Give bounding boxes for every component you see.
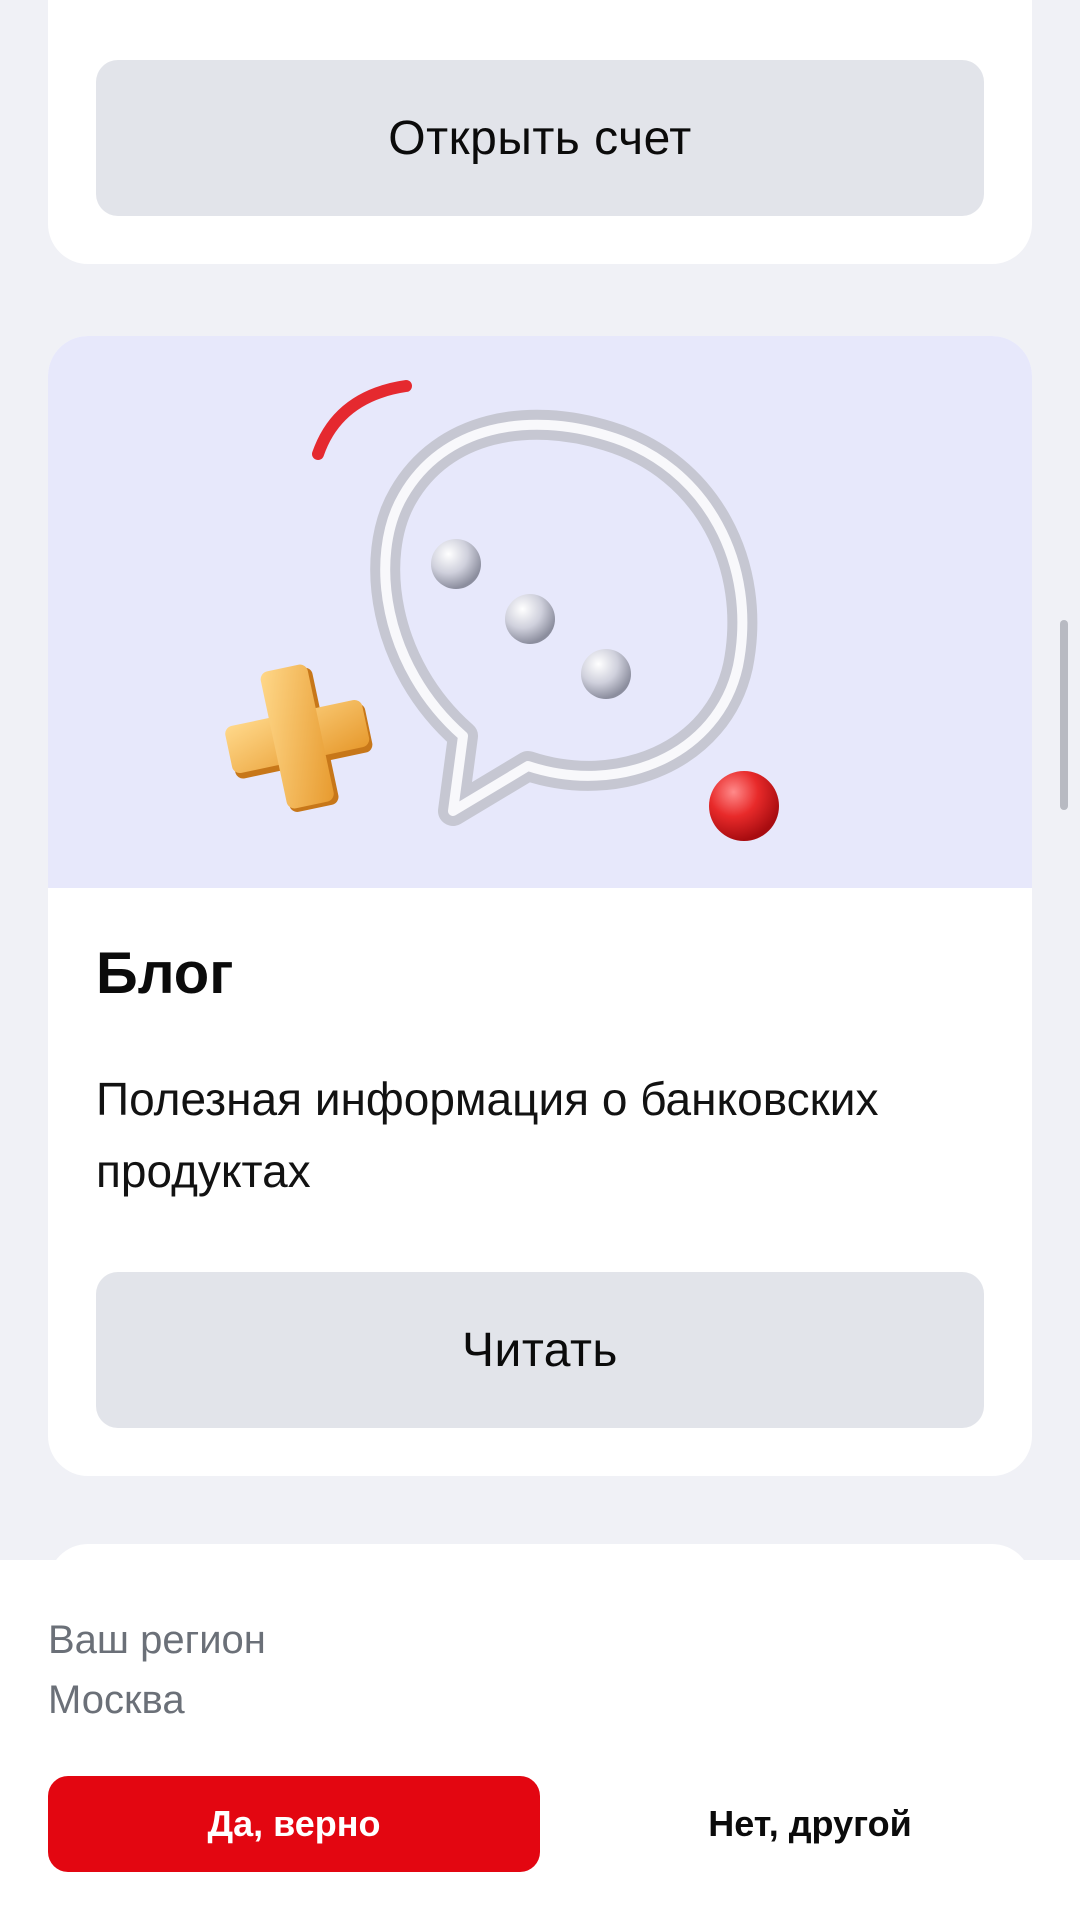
region-label: Ваш регион — [48, 1618, 266, 1662]
region-prompt: Ваш регион Москва Да, верно Нет, другой — [0, 1560, 1080, 1920]
open-account-card: Открыть счет — [48, 0, 1032, 264]
read-button[interactable]: Читать — [96, 1272, 984, 1428]
open-account-button[interactable]: Открыть счет — [96, 60, 984, 216]
scrollbar[interactable] — [1060, 620, 1068, 810]
chat-bubble-icon — [225, 380, 779, 841]
blog-title: Блог — [96, 941, 234, 1006]
blog-card: Блог Полезная информация о банковских пр… — [48, 336, 1032, 1476]
change-region-button[interactable]: Нет, другой — [576, 1776, 1044, 1872]
blog-hero — [48, 336, 1032, 888]
blog-description: Полезная информация о банковских продукт… — [96, 1073, 879, 1197]
confirm-region-button[interactable]: Да, верно — [48, 1776, 540, 1872]
region-city: Москва — [48, 1678, 185, 1722]
